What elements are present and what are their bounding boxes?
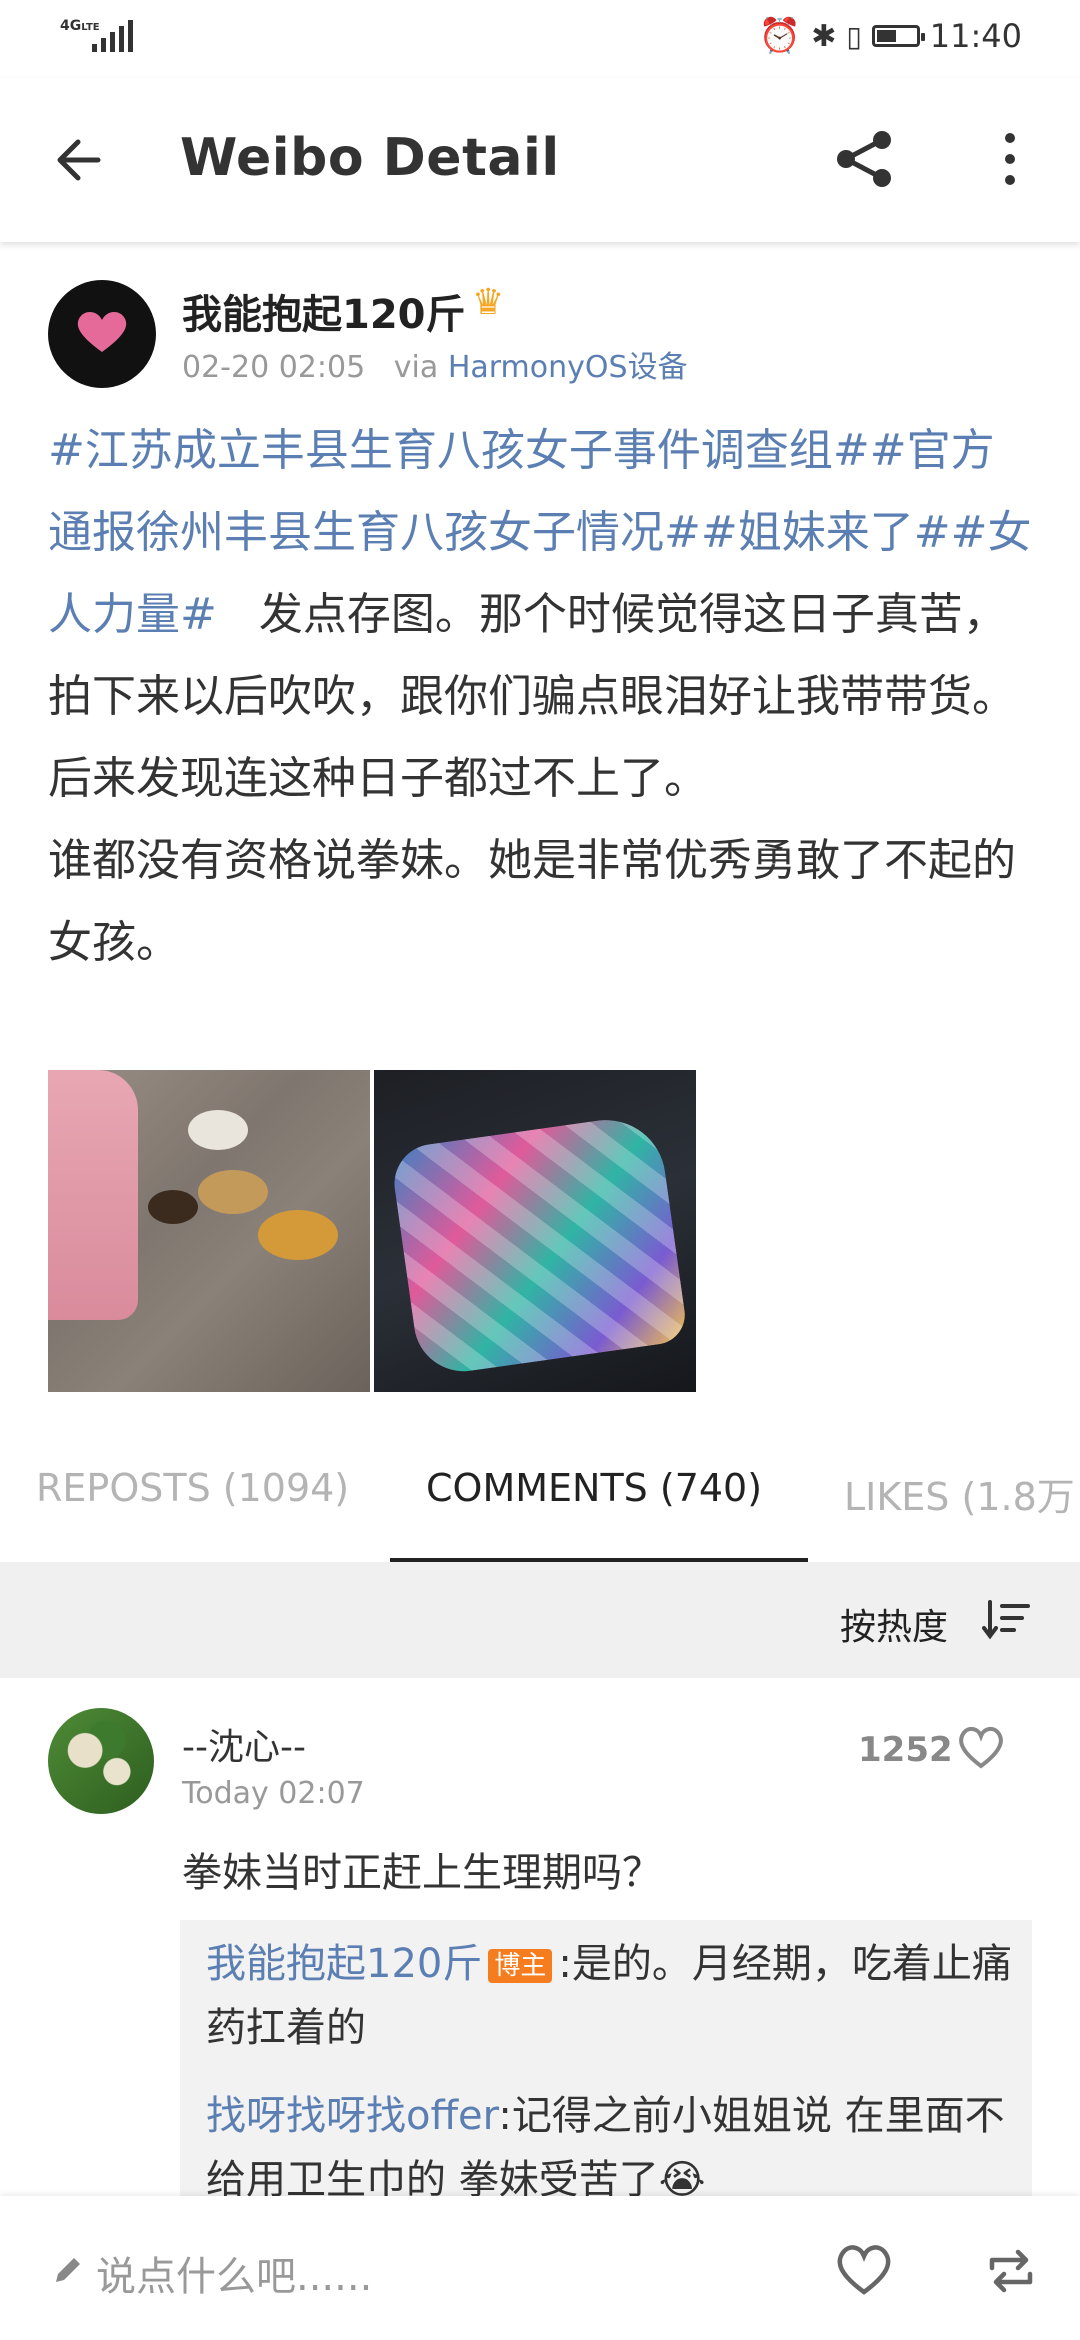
status-bar: 4GLTE ⏰ ✱ ▯ 11:40 bbox=[0, 0, 1080, 78]
more-button[interactable] bbox=[990, 126, 1030, 192]
post-body: #江苏成立丰县生育八孩女子事件调查组##官方通报徐州丰县生育八孩女子情况##姐妹… bbox=[48, 410, 1038, 984]
reply-user[interactable]: 我能抱起120斤 bbox=[206, 1941, 482, 1987]
app-bar: Weibo Detail bbox=[0, 78, 1080, 242]
weibo-post: 我能抱起120斤 ♛ 02-20 02:05 via HarmonyOS设备 #… bbox=[0, 242, 1080, 1402]
image-quilt bbox=[389, 1112, 689, 1378]
sort-icon bbox=[982, 1600, 1030, 1640]
reply-box[interactable]: 我能抱起120斤 博主:是的。月经期，吃着止痛药扛着的 找呀找呀找offer:记得… bbox=[180, 1920, 1032, 2198]
heart-icon bbox=[837, 2245, 891, 2295]
back-button[interactable] bbox=[50, 130, 110, 190]
heart-icon bbox=[959, 1727, 1003, 1769]
vibrate-icon: ▯ bbox=[846, 19, 862, 53]
comment-text: 拳妹当时正赶上生理期吗？ bbox=[182, 1850, 662, 1896]
share-button[interactable] bbox=[832, 126, 898, 192]
comment-time: Today 02:07 bbox=[182, 1776, 365, 1811]
tab-likes[interactable]: LIKES (1.8万 bbox=[844, 1466, 1075, 1521]
post-images bbox=[48, 1070, 696, 1392]
avatar-heart-icon bbox=[77, 311, 127, 352]
crown-icon: ♛ bbox=[472, 282, 505, 323]
comment-like-count: 1252 bbox=[858, 1730, 953, 1770]
reply-user[interactable]: 找呀找呀找offer bbox=[206, 2093, 498, 2139]
post-image-car[interactable] bbox=[374, 1070, 696, 1392]
repost-button[interactable] bbox=[984, 2244, 1038, 2298]
post-image-food[interactable] bbox=[48, 1070, 370, 1392]
image-bowl bbox=[148, 1190, 198, 1224]
bluetooth-icon: ✱ bbox=[811, 18, 837, 54]
status-right: ⏰ ✱ ▯ 11:40 bbox=[759, 16, 1022, 56]
sort-button[interactable] bbox=[982, 1598, 1032, 1642]
tab-reposts[interactable]: REPOSTS (1094) bbox=[36, 1466, 349, 1510]
image-bowl bbox=[188, 1110, 248, 1150]
commenter-avatar[interactable] bbox=[48, 1708, 154, 1814]
sort-bar: 按热度 bbox=[0, 1562, 1080, 1678]
tab-bar: REPOSTS (1094) COMMENTS (740) LIKES (1.8… bbox=[0, 1402, 1080, 1564]
clock: 11:40 bbox=[929, 17, 1022, 55]
more-vertical-icon bbox=[1005, 133, 1015, 185]
reply-item: 我能抱起120斤 博主:是的。月经期，吃着止痛药扛着的 bbox=[206, 1932, 1016, 2060]
bottom-bar: 说点什么吧...... bbox=[0, 2196, 1080, 2340]
comment-like-button[interactable] bbox=[956, 1724, 1006, 1770]
commenter-name[interactable]: --沈心-- bbox=[182, 1718, 306, 1770]
comment-input[interactable]: 说点什么吧...... bbox=[96, 2244, 372, 2302]
tab-comments[interactable]: COMMENTS (740) bbox=[426, 1466, 762, 1510]
post-body-text-2: 谁都没有资格说拳妹。她是非常优秀勇敢了不起的女孩。 bbox=[48, 835, 1016, 968]
battery-icon bbox=[871, 25, 925, 47]
hashtag-link[interactable]: #姐妹来了# bbox=[701, 507, 951, 558]
via-source[interactable]: HarmonyOS设备 bbox=[448, 350, 688, 385]
image-bowl bbox=[198, 1170, 268, 1214]
via-prefix: via bbox=[393, 350, 439, 385]
alarm-icon: ⏰ bbox=[758, 16, 802, 56]
sort-label[interactable]: 按热度 bbox=[840, 1598, 948, 1650]
share-icon bbox=[837, 131, 891, 187]
post-timestamp: 02-20 02:05 bbox=[182, 350, 366, 385]
like-button[interactable] bbox=[834, 2242, 894, 2298]
image-person bbox=[48, 1070, 138, 1320]
comment-list: --沈心-- Today 02:07 1252 拳妹当时正赶上生理期吗？ 我能抱… bbox=[0, 1678, 1080, 2198]
author-avatar[interactable] bbox=[48, 280, 156, 388]
signal-icon bbox=[92, 20, 133, 52]
arrow-left-icon bbox=[57, 139, 101, 181]
author-name[interactable]: 我能抱起120斤 bbox=[182, 282, 466, 340]
battery-fill bbox=[876, 30, 896, 42]
page-title: Weibo Detail bbox=[180, 128, 560, 188]
hashtag-link[interactable]: #江苏成立丰县生育八孩女子事件调查组# bbox=[48, 425, 870, 476]
repost-icon bbox=[989, 2249, 1033, 2293]
author-badge: 博主 bbox=[488, 1949, 553, 1983]
post-meta: 02-20 02:05 via HarmonyOS设备 bbox=[182, 342, 688, 386]
reply-item: 找呀找呀找offer:记得之前小姐姐说 在里面不给用卫生巾的 拳妹受苦了😭 bbox=[206, 2084, 1016, 2198]
pencil-icon bbox=[56, 2258, 80, 2282]
network-type: 4G bbox=[60, 18, 82, 34]
image-bowl bbox=[258, 1210, 338, 1260]
